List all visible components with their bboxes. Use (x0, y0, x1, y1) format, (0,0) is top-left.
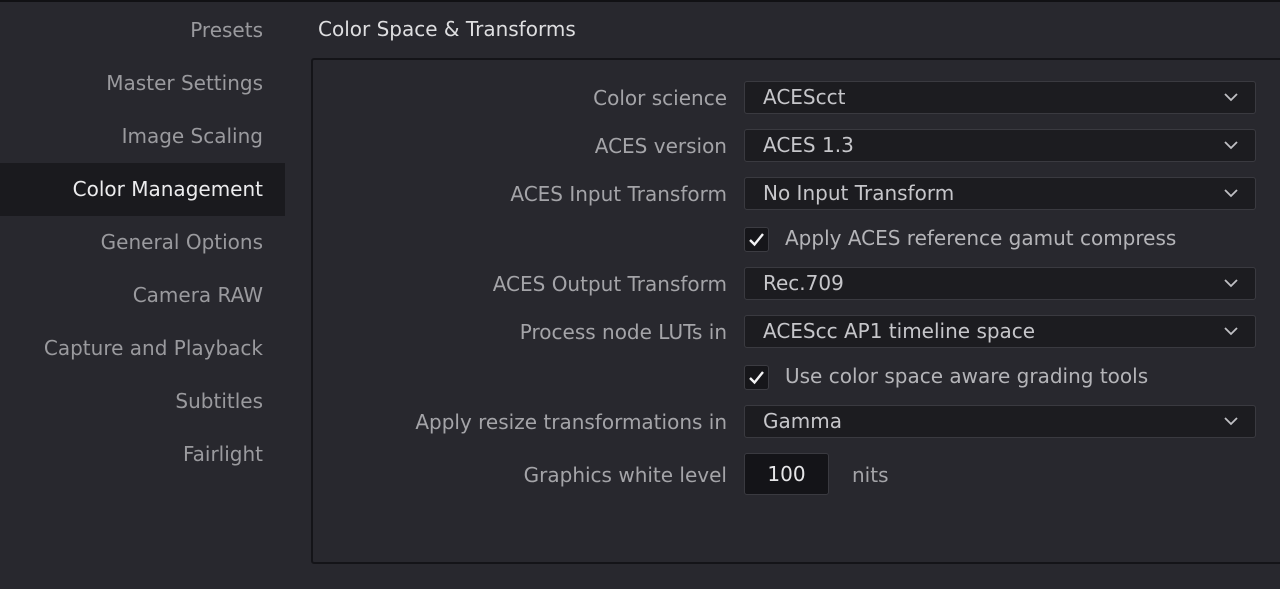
gamut-compress-label: Apply ACES reference gamut compress (785, 226, 1177, 250)
aces-input-transform-value: No Input Transform (763, 181, 955, 205)
aces-version-dropdown[interactable]: ACES 1.3 (744, 129, 1256, 162)
process-node-luts-label: Process node LUTs in (519, 320, 727, 344)
sidebar-item-color-management[interactable]: Color Management (0, 163, 285, 216)
aces-input-transform-label: ACES Input Transform (510, 182, 727, 206)
resize-transformations-dropdown[interactable]: Gamma (744, 405, 1256, 438)
aces-output-transform-dropdown[interactable]: Rec.709 (744, 267, 1256, 300)
settings-sidebar: Presets Master Settings Image Scaling Co… (0, 4, 285, 589)
sidebar-item-camera-raw[interactable]: Camera RAW (0, 269, 285, 322)
project-settings-window: Presets Master Settings Image Scaling Co… (0, 0, 1280, 589)
gamut-compress-option[interactable]: Apply ACES reference gamut compress (744, 226, 1204, 255)
sidebar-item-capture-and-playback[interactable]: Capture and Playback (0, 322, 285, 375)
aces-output-transform-label: ACES Output Transform (492, 272, 727, 296)
chevron-down-icon (1224, 279, 1238, 288)
chevron-down-icon (1224, 93, 1238, 102)
chevron-down-icon (1224, 141, 1238, 150)
process-node-luts-dropdown[interactable]: ACEScc AP1 timeline space (744, 315, 1256, 348)
chevron-down-icon (1224, 417, 1238, 426)
resize-transformations-value: Gamma (763, 409, 842, 433)
sidebar-item-fairlight[interactable]: Fairlight (0, 428, 285, 481)
section-title: Color Space & Transforms (318, 17, 576, 41)
sidebar-item-subtitles[interactable]: Subtitles (0, 375, 285, 428)
color-science-dropdown[interactable]: ACEScct (744, 81, 1256, 114)
top-border (0, 0, 1280, 2)
aces-version-value: ACES 1.3 (763, 133, 854, 157)
checkmark-icon (749, 371, 764, 385)
gamut-compress-checkbox[interactable] (744, 227, 769, 252)
sidebar-item-presets[interactable]: Presets (0, 4, 285, 57)
resize-transformations-label: Apply resize transformations in (415, 410, 727, 434)
chevron-down-icon (1224, 327, 1238, 336)
color-science-value: ACEScct (763, 85, 846, 109)
color-space-aware-option[interactable]: Use color space aware grading tools (744, 364, 1174, 393)
sidebar-item-general-options[interactable]: General Options (0, 216, 285, 269)
graphics-white-level-label: Graphics white level (523, 463, 727, 487)
process-node-luts-value: ACEScc AP1 timeline space (763, 319, 1036, 343)
sidebar-item-image-scaling[interactable]: Image Scaling (0, 110, 285, 163)
graphics-white-level-unit: nits (852, 463, 889, 487)
aces-input-transform-dropdown[interactable]: No Input Transform (744, 177, 1256, 210)
graphics-white-level-input[interactable]: 100 (744, 453, 829, 495)
aces-output-transform-value: Rec.709 (763, 271, 844, 295)
aces-version-label: ACES version (594, 134, 727, 158)
chevron-down-icon (1224, 189, 1238, 198)
checkmark-icon (749, 233, 764, 247)
color-space-aware-label: Use color space aware grading tools (785, 364, 1149, 388)
sidebar-item-master-settings[interactable]: Master Settings (0, 57, 285, 110)
color-science-label: Color science (593, 86, 727, 110)
color-space-aware-checkbox[interactable] (744, 365, 769, 390)
